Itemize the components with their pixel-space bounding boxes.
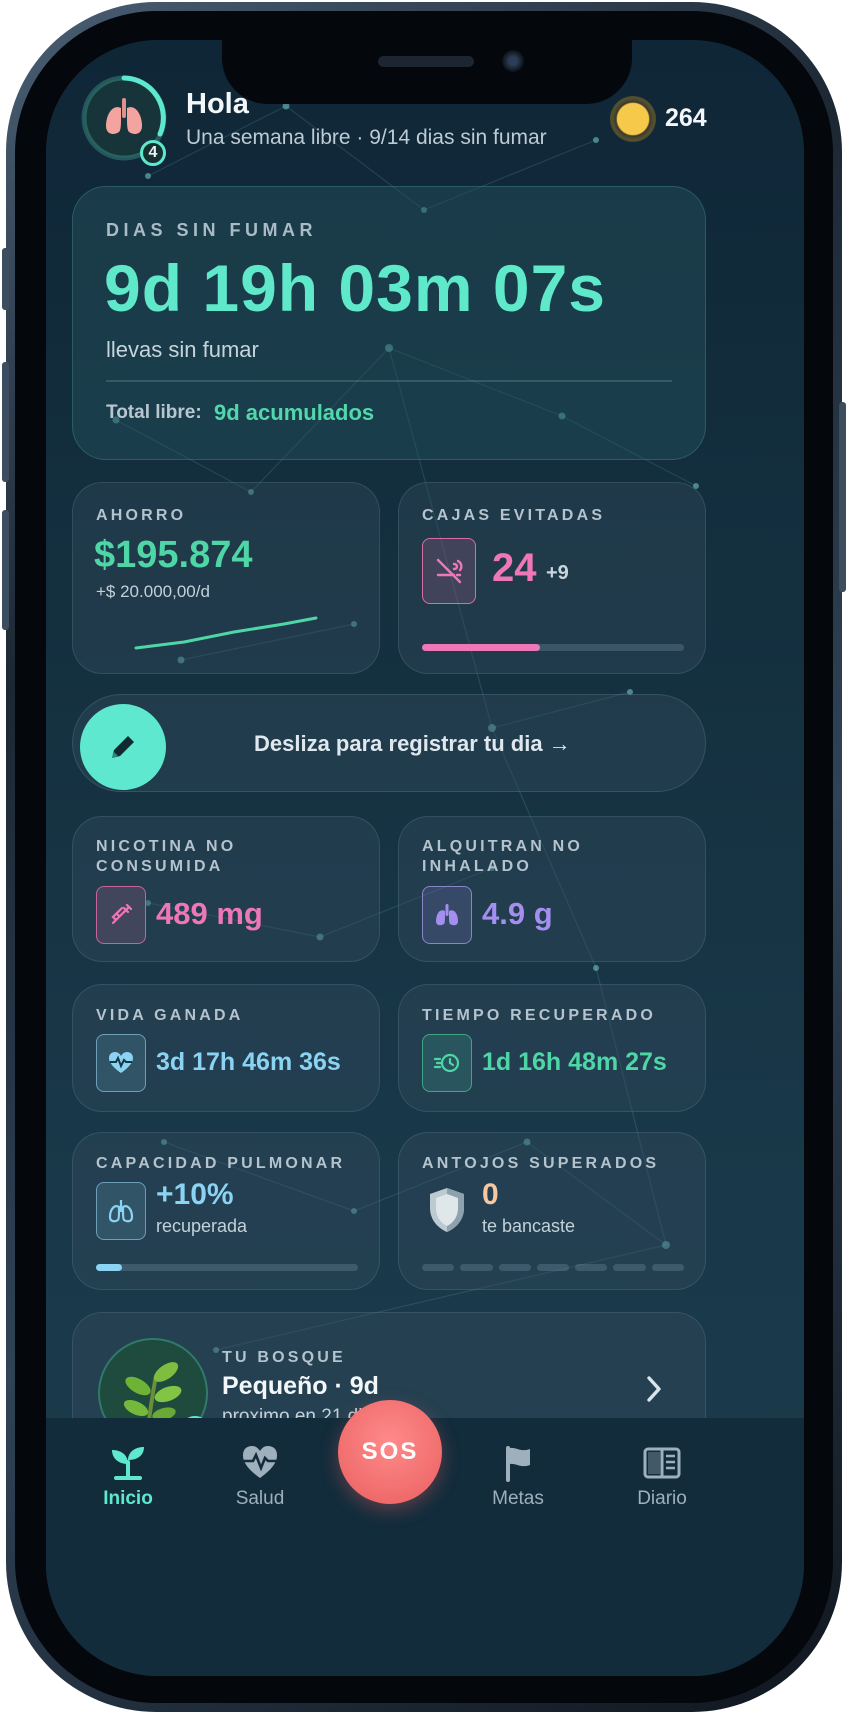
slider-text: Desliza para registrar tu dia →: [254, 731, 571, 756]
journal-icon: [643, 1447, 681, 1479]
camera: [502, 50, 524, 72]
total-value: 9d acumulados: [214, 400, 375, 425]
nav-label-metas: Metas: [492, 1488, 544, 1509]
boxes-delta: +9: [546, 562, 569, 584]
lungs-sub: recuperada: [156, 1216, 248, 1236]
lungs-purple-icon: [422, 886, 472, 944]
heart-pulse-icon: [96, 1034, 146, 1092]
boxes-label: CAJAS EVITADAS: [422, 507, 606, 524]
timer-label: DIAS SIN FUMAR: [106, 220, 317, 240]
level-badge: 4: [140, 140, 166, 166]
volume-down-button: [2, 510, 9, 630]
forest-label: TU BOSQUE: [222, 1349, 346, 1366]
heartbeat-icon: [243, 1446, 277, 1478]
sos-button[interactable]: SOS: [338, 1400, 442, 1504]
nav-label-diario: Diario: [637, 1488, 687, 1509]
forest-title: Pequeño · 9d: [222, 1372, 379, 1400]
savings-rate: +$ 20.000,00/d: [96, 582, 210, 601]
nav-label-inicio: Inicio: [103, 1488, 153, 1509]
timer-subtitle: llevas sin fumar: [106, 337, 259, 362]
flag-icon: [506, 1446, 530, 1482]
app-screen: 4 Hola Una semana libre · 9/14 dias sin …: [46, 40, 804, 1676]
smoke-free-timer: 9d 19h 03m 07s: [104, 251, 606, 325]
streak-subtitle: Una semana libre · 9/14 dias sin fumar: [186, 126, 547, 149]
no-smoking-icon: [422, 538, 476, 604]
craving-segment: [498, 1264, 531, 1271]
notch: [222, 40, 632, 104]
nav-inicio[interactable]: Inicio: [68, 1444, 188, 1510]
boxes-value: 24: [492, 546, 537, 590]
lungs-blue-icon: [96, 1182, 146, 1240]
nav-metas[interactable]: Metas: [458, 1444, 578, 1510]
savings-sparkline: [134, 616, 318, 650]
life-value: 3d 17h 46m 36s: [156, 1048, 341, 1076]
cravings-sub: te bancaste: [482, 1216, 576, 1236]
tar-value: 4.9 g: [482, 896, 553, 931]
volume-up-button: [2, 362, 9, 482]
power-button: [839, 402, 846, 592]
craving-segment: [613, 1264, 646, 1271]
cravings-segments: [422, 1264, 684, 1271]
cravings-value: 0: [482, 1178, 499, 1211]
nav-label-salud: Salud: [235, 1488, 285, 1509]
boxes-progress-track: [422, 644, 684, 651]
lungs-label: CAPACIDAD PULMONAR: [96, 1155, 346, 1172]
mute-switch: [2, 248, 9, 310]
time-value: 1d 16h 48m 27s: [482, 1048, 667, 1076]
coin-count[interactable]: 264: [665, 104, 707, 133]
chevron-right-icon[interactable]: [644, 1374, 664, 1404]
nicotine-label-1: NICOTINA NO: [96, 838, 237, 855]
cravings-label: ANTOJOS SUPERADOS: [422, 1155, 660, 1172]
nicotine-value: 489 mg: [156, 896, 263, 931]
coin-icon[interactable]: [610, 96, 656, 142]
time-label: TIEMPO RECUPERADO: [422, 1007, 656, 1024]
craving-segment: [422, 1264, 455, 1271]
life-label: VIDA GANADA: [96, 1007, 244, 1024]
slider-knob[interactable]: [80, 704, 166, 790]
craving-segment: [460, 1264, 493, 1271]
boxes-progress-fill: [422, 644, 540, 651]
speaker: [378, 56, 474, 67]
lungs-progress-fill: [96, 1264, 123, 1271]
lungs-value: +10%: [156, 1178, 234, 1211]
clock-icon: [422, 1034, 472, 1092]
savings-value: $195.874: [94, 534, 253, 576]
shield-icon: [430, 1188, 464, 1232]
tar-label-2: INHALADO: [422, 858, 533, 875]
craving-segment: [651, 1264, 684, 1271]
syringe-icon: [96, 886, 146, 944]
sprout-icon: [112, 1447, 144, 1480]
total-label: Total libre:: [106, 402, 202, 423]
craving-segment: [536, 1264, 570, 1271]
lungs-progress-track: [96, 1264, 358, 1271]
tar-label-1: ALQUITRAN NO: [422, 838, 584, 855]
savings-label: AHORRO: [96, 507, 187, 524]
divider: [106, 380, 672, 382]
pencil-icon: [112, 736, 134, 758]
nav-salud[interactable]: Salud: [200, 1444, 320, 1510]
nicotine-label-2: CONSUMIDA: [96, 858, 224, 875]
craving-segment: [575, 1264, 608, 1271]
nav-diario[interactable]: Diario: [602, 1444, 722, 1510]
